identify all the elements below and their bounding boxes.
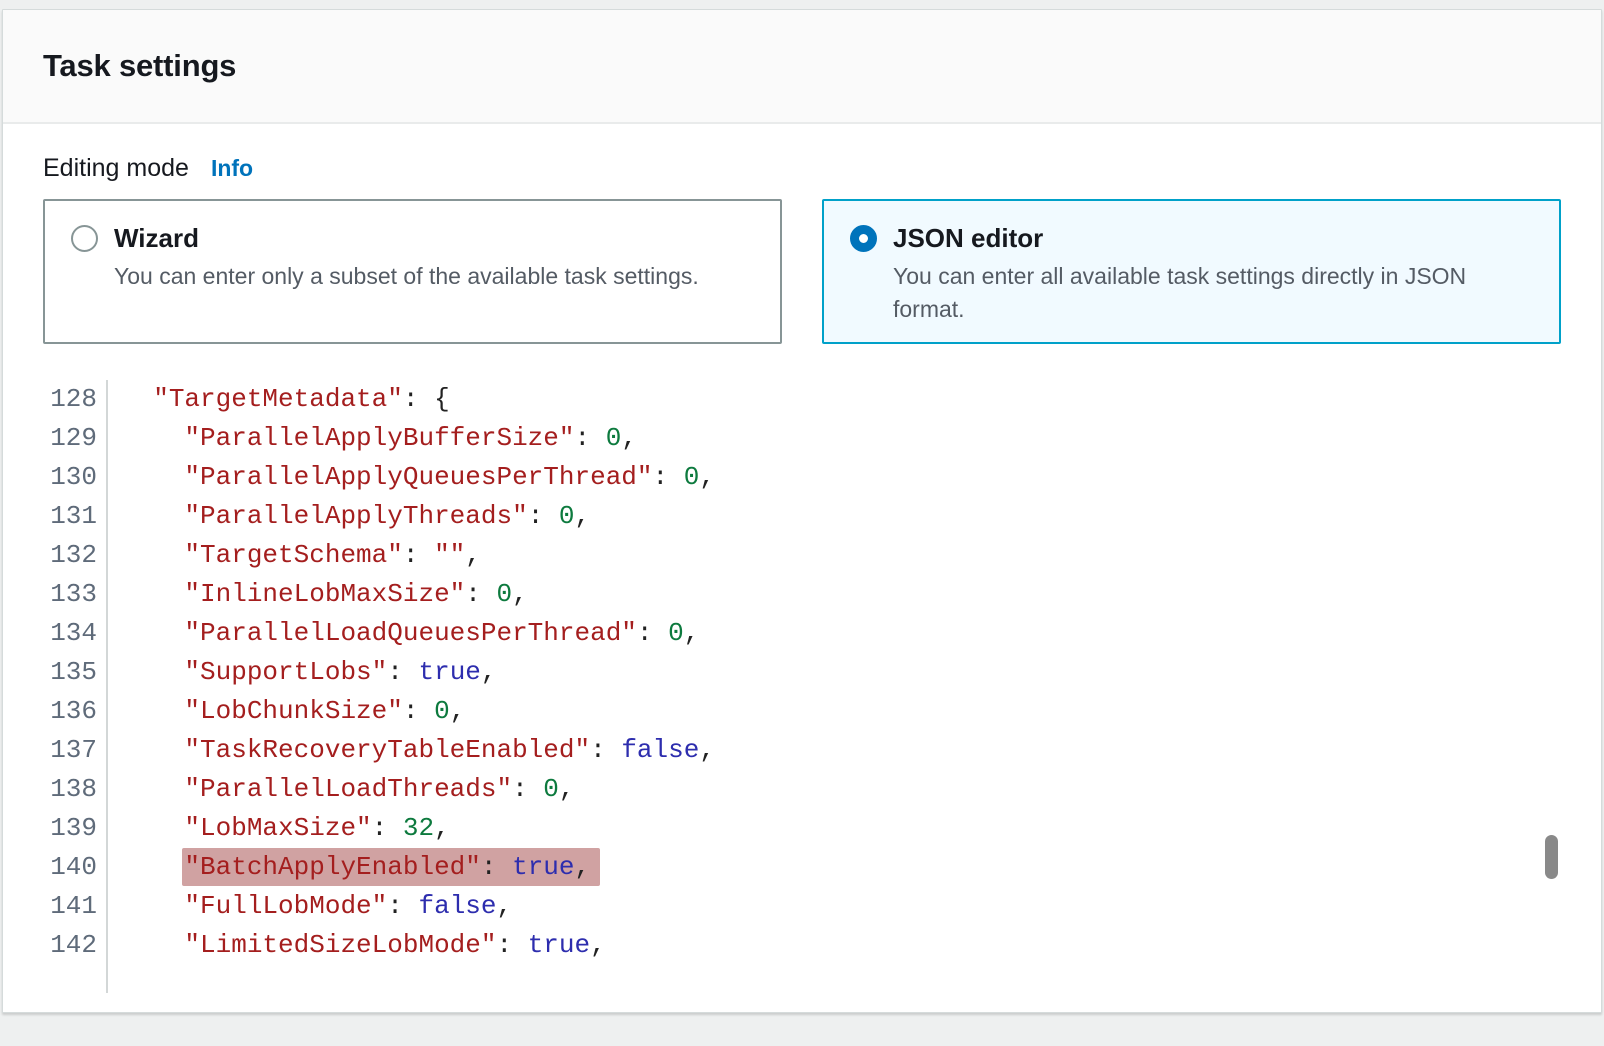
- code-text: "ParallelApplyThreads": 0,: [108, 497, 590, 536]
- code-text: "TaskRecoveryTableEnabled": false,: [108, 731, 715, 770]
- code-line[interactable]: 130 "ParallelApplyQueuesPerThread": 0,: [3, 458, 1601, 497]
- line-number: [3, 965, 108, 993]
- tile-wizard-description: You can enter only a subset of the avail…: [114, 260, 756, 293]
- code-line[interactable]: 128 "TargetMetadata": {: [3, 380, 1601, 419]
- code-line[interactable]: 134 "ParallelLoadQueuesPerThread": 0,: [3, 614, 1601, 653]
- code-text: "ParallelLoadThreads": 0,: [108, 770, 575, 809]
- line-number: 136: [3, 692, 108, 731]
- code-text: "LobMaxSize": 32,: [108, 809, 450, 848]
- code-text: "ParallelApplyBufferSize": 0,: [108, 419, 637, 458]
- line-number: 142: [3, 926, 108, 965]
- scrollbar-thumb[interactable]: [1545, 835, 1558, 879]
- tile-json-editor-label: JSON editor: [893, 223, 1043, 254]
- code-text: "TargetMetadata": {: [108, 380, 450, 419]
- line-number: 138: [3, 770, 108, 809]
- tile-wizard-label: Wizard: [114, 223, 199, 254]
- radio-wizard[interactable]: [71, 225, 98, 252]
- code-line[interactable]: 131 "ParallelApplyThreads": 0,: [3, 497, 1601, 536]
- code-line[interactable]: 141 "FullLobMode": false,: [3, 887, 1601, 926]
- code-text: "InlineLobMaxSize": 0,: [108, 575, 528, 614]
- line-number: 133: [3, 575, 108, 614]
- code-text: "LimitedSizeLobMode": true,: [108, 926, 606, 965]
- line-number: 132: [3, 536, 108, 575]
- code-text: "ParallelLoadQueuesPerThread": 0,: [108, 614, 699, 653]
- line-number: 139: [3, 809, 108, 848]
- gutter-extender: [3, 965, 1601, 993]
- code-line[interactable]: 139 "LobMaxSize": 32,: [3, 809, 1601, 848]
- line-number: 141: [3, 887, 108, 926]
- line-number: 135: [3, 653, 108, 692]
- code-text: "TargetSchema": "",: [108, 536, 481, 575]
- json-editor-pane[interactable]: 128 "TargetMetadata": {129 "ParallelAppl…: [3, 380, 1601, 993]
- panel-header: Task settings: [3, 10, 1601, 124]
- code-line[interactable]: 132 "TargetSchema": "",: [3, 536, 1601, 575]
- info-link[interactable]: Info: [211, 155, 253, 182]
- code-line[interactable]: 133 "InlineLobMaxSize": 0,: [3, 575, 1601, 614]
- code-line[interactable]: 137 "TaskRecoveryTableEnabled": false,: [3, 731, 1601, 770]
- editing-mode-tile-json-editor[interactable]: JSON editor You can enter all available …: [822, 199, 1561, 344]
- editing-mode-row: Editing mode Info: [43, 154, 1561, 183]
- code-line[interactable]: 136 "LobChunkSize": 0,: [3, 692, 1601, 731]
- line-number: 140: [3, 848, 108, 887]
- tile-json-editor-description: You can enter all available task setting…: [893, 260, 1535, 326]
- code-text: "FullLobMode": false,: [108, 887, 512, 926]
- code-line[interactable]: 135 "SupportLobs": true,: [3, 653, 1601, 692]
- editing-mode-tiles: Wizard You can enter only a subset of th…: [43, 199, 1561, 344]
- code-text: "ParallelApplyQueuesPerThread": 0,: [108, 458, 715, 497]
- code-text: "SupportLobs": true,: [108, 653, 497, 692]
- line-number: 128: [3, 380, 108, 419]
- code-line[interactable]: 140 "BatchApplyEnabled": true,: [3, 848, 1601, 887]
- line-number: 137: [3, 731, 108, 770]
- line-number: 129: [3, 419, 108, 458]
- panel-title: Task settings: [43, 48, 236, 84]
- line-number: 130: [3, 458, 108, 497]
- line-number: 134: [3, 614, 108, 653]
- code-text: "LobChunkSize": 0,: [108, 692, 465, 731]
- code-line[interactable]: 129 "ParallelApplyBufferSize": 0,: [3, 419, 1601, 458]
- radio-json-editor[interactable]: [850, 225, 877, 252]
- line-number: 131: [3, 497, 108, 536]
- code-line[interactable]: 138 "ParallelLoadThreads": 0,: [3, 770, 1601, 809]
- code-line[interactable]: 142 "LimitedSizeLobMode": true,: [3, 926, 1601, 965]
- highlighted-code: "BatchApplyEnabled": true,: [182, 848, 600, 886]
- editing-mode-label: Editing mode: [43, 154, 189, 183]
- code-text: "BatchApplyEnabled": true,: [108, 848, 600, 887]
- task-settings-panel: Task settings Editing mode Info Wizard Y…: [2, 9, 1602, 1013]
- editing-mode-tile-wizard[interactable]: Wizard You can enter only a subset of th…: [43, 199, 782, 344]
